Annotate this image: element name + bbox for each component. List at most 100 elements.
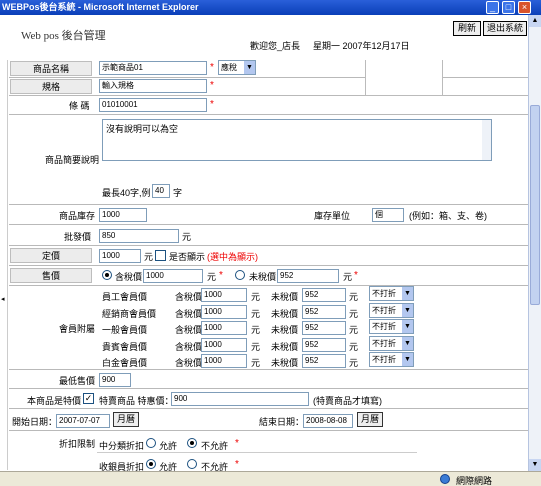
wholesale-unit: 元 <box>182 232 192 242</box>
globe-icon <box>440 474 450 484</box>
chevron-down-icon: ▼ <box>402 320 413 333</box>
security-zone: 網際網路 <box>456 476 493 486</box>
row-discount-limit: 折扣限制 中分類折扣 允許 不允許 * 收銀員折扣 允許 不允許 * <box>9 431 528 471</box>
required-mark: * <box>210 80 214 91</box>
cashier-allow-radio[interactable] <box>146 459 156 469</box>
member-excl-input[interactable]: 952 <box>302 321 346 335</box>
required-mark: * <box>235 459 239 470</box>
row-dates: 開始日期： 2007-07-07 月曆 結束日期： 2008-08-08 月曆 <box>9 409 528 431</box>
member-discount-value: 不打折 <box>372 289 396 298</box>
member-excl-unit: 元 <box>349 358 359 368</box>
member-incl-input[interactable]: 1000 <box>201 288 247 302</box>
spec-input[interactable]: 輸入規格 <box>99 79 207 93</box>
list-price-input[interactable]: 1000 <box>99 249 141 263</box>
member-discount-select[interactable]: 不打折 ▼ <box>369 335 414 351</box>
incl-tax-radio[interactable] <box>102 270 112 280</box>
scroll-up-icon[interactable]: ▲ <box>529 15 541 27</box>
excl-tax-radio[interactable] <box>235 270 245 280</box>
required-mark: * <box>219 270 223 281</box>
maximize-button[interactable]: □ <box>502 1 515 14</box>
date-text: 星期一 2007年12月17日 <box>313 41 410 51</box>
sale-incl-input[interactable]: 1000 <box>143 269 203 283</box>
member-name: 白金會員價 <box>102 358 148 368</box>
show-label: 是否顯示 <box>169 252 206 262</box>
member-incl-label: 含稅價 <box>175 292 203 302</box>
description-textarea[interactable]: 沒有說明可以為空 <box>102 119 492 161</box>
end-date-input[interactable]: 2008-08-08 <box>303 414 353 428</box>
name-label: 商品名稱 <box>10 61 92 76</box>
member-excl-input[interactable]: 952 <box>302 304 346 319</box>
row-member: 會員附屬 員工會員價 含稅價 1000 元未稅價 952 元不打折 ▼ 經銷商會員價 含稅價 10… <box>9 286 528 370</box>
start-date-input[interactable]: 2007-07-07 <box>56 414 110 428</box>
member-excl-label: 未稅價 <box>271 325 299 335</box>
member-incl-unit: 元 <box>251 308 261 319</box>
stock-input[interactable]: 1000 <box>99 208 147 222</box>
chevron-down-icon: ▼ <box>402 303 413 317</box>
tax-select[interactable]: 應稅 ▼ <box>218 60 256 75</box>
cashier-deny-radio[interactable] <box>187 459 197 469</box>
show-hint: (選中為顯示) <box>207 252 258 262</box>
scroll-down-icon[interactable]: ▼ <box>529 459 541 471</box>
incl-tax-label: 含稅價 <box>115 272 143 282</box>
category-deny-label: 不允許 <box>201 441 229 451</box>
exit-button[interactable]: 退出系統 <box>483 21 527 36</box>
required-mark: * <box>235 438 239 449</box>
start-calendar-button[interactable]: 月曆 <box>113 412 139 427</box>
stock-unit-label: 庫存單位 <box>314 211 351 221</box>
category-deny-radio[interactable] <box>187 438 197 448</box>
wholesale-input[interactable]: 850 <box>99 229 179 243</box>
textarea-scrollbar[interactable] <box>482 120 491 160</box>
excl-tax-label: 未稅價 <box>249 272 277 282</box>
end-calendar-button[interactable]: 月曆 <box>357 412 383 427</box>
member-discount-value: 不打折 <box>372 338 396 348</box>
required-mark: * <box>354 270 358 281</box>
member-discount-select[interactable]: 不打折 ▼ <box>369 352 414 367</box>
member-name: 經銷商會員價 <box>102 308 157 319</box>
member-incl-input[interactable]: 1000 <box>201 354 247 368</box>
special-label: 本商品是特價 <box>27 396 82 406</box>
close-button[interactable]: × <box>518 1 531 14</box>
row-stock: 商品庫存 1000 庫存單位 個 (例如：箱、支、卷) <box>9 205 528 225</box>
chevron-down-icon: ▼ <box>402 287 413 300</box>
start-date-label: 開始日期： <box>12 417 58 427</box>
member-excl-unit: 元 <box>349 341 359 352</box>
member-discount-select[interactable]: 不打折 ▼ <box>369 286 414 301</box>
member-incl-input[interactable]: 1000 <box>201 321 247 335</box>
minimize-button[interactable]: _ <box>486 1 499 14</box>
member-excl-input[interactable]: 952 <box>302 354 346 368</box>
maxlen-prefix: 最長40字,例 <box>102 188 151 198</box>
barcode-input[interactable]: 01010001 <box>99 98 207 112</box>
scroll-thumb[interactable] <box>530 105 540 305</box>
member-discount-select[interactable]: 不打折 ▼ <box>369 319 414 334</box>
special-price-input[interactable]: 900 <box>171 392 309 406</box>
category-allow-radio[interactable] <box>146 438 156 448</box>
maxlen-input[interactable]: 40 <box>152 184 170 198</box>
member-discount-select[interactable]: 不打折 ▼ <box>369 302 414 318</box>
collapse-arrow-icon[interactable]: ◂ <box>1 295 5 303</box>
name-input[interactable]: 示範商品01 <box>99 61 207 75</box>
member-excl-input[interactable]: 952 <box>302 337 346 352</box>
chevron-down-icon: ▼ <box>402 353 413 366</box>
required-mark: * <box>210 62 214 73</box>
sale-excl-input[interactable]: 952 <box>277 269 339 283</box>
refresh-button[interactable]: 刷新 <box>453 21 481 36</box>
end-date-label: 結束日期： <box>259 417 305 427</box>
member-excl-input[interactable]: 952 <box>302 288 346 302</box>
member-excl-label: 未稅價 <box>271 292 299 302</box>
member-incl-label: 含稅價 <box>175 308 203 319</box>
member-incl-label: 含稅價 <box>175 325 203 335</box>
chevron-down-icon: ▼ <box>402 336 413 350</box>
special-checkbox[interactable]: ✓ <box>83 393 94 404</box>
window-title-bar: WEBPos後台系統 - Microsoft Internet Explorer <box>0 0 541 15</box>
row-description: 商品簡要說明 沒有說明可以為空 最長40字,例 40 字 <box>9 115 528 205</box>
member-incl-input[interactable]: 1000 <box>201 337 247 352</box>
min-price-input[interactable]: 900 <box>99 373 131 387</box>
vertical-scrollbar[interactable]: ▲ ▼ <box>528 15 541 471</box>
member-incl-input[interactable]: 1000 <box>201 304 247 319</box>
category-discount-label: 中分類折扣 <box>99 441 145 451</box>
sale-price-label: 售價 <box>10 268 92 283</box>
member-incl-unit: 元 <box>251 325 261 335</box>
show-checkbox[interactable] <box>155 250 166 261</box>
stock-unit-input[interactable]: 個 <box>372 208 404 222</box>
row-sale-price: 售價 含稅價 1000 元 * 未稅價 952 元 * <box>9 266 528 286</box>
